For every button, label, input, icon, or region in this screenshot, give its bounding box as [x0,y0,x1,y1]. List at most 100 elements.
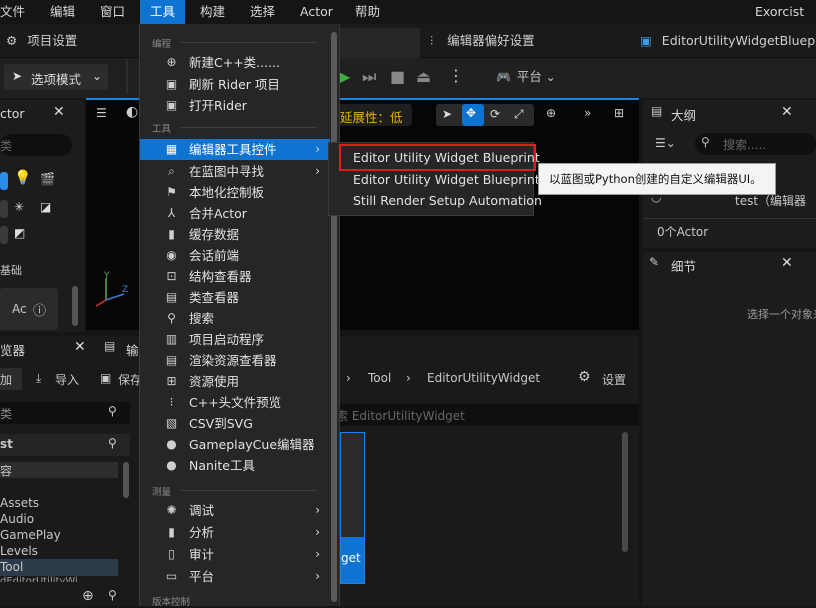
menu-scrollbar[interactable] [330,32,338,602]
menu-item-cached-data[interactable]: ▮ 缓存数据 [140,224,330,245]
search-icon[interactable]: ⚲ [108,588,117,602]
menu-edit[interactable]: 编辑 [50,0,75,24]
move-tool-icon[interactable]: ✥ [462,104,484,126]
select-mode-dropdown[interactable]: ➤ 选项模式 ⌄ [4,64,108,90]
close-icon[interactable]: ✕ [781,255,793,271]
platform-icon: ▭ [165,569,178,583]
gear-icon[interactable]: ⚙ [578,369,591,385]
menu-tools[interactable]: 工具 [140,0,186,24]
menu-item-audit[interactable]: ▯ 审计 › [140,544,330,565]
refresh-icon: ▣ [165,77,178,91]
select-tool-icon[interactable]: ➤ [442,107,452,121]
outliner-icon: ▤ [651,104,663,118]
step-icon[interactable]: ⏭ [362,67,376,87]
scrollbar[interactable] [72,286,78,326]
asset-tile[interactable]: get [340,432,365,584]
analyze-icon: ▮ [168,525,175,539]
menu-item-struct-viewer[interactable]: ⊡ 结构查看器 [140,266,330,287]
menu-help[interactable]: 帮助 [355,0,380,24]
tree-item[interactable]: Assets [0,496,39,510]
menu-item-gameplaycue-editor[interactable]: ● GameplayCue编辑器 [140,434,330,455]
save-icon[interactable]: ▣ [100,371,111,385]
tab-blank[interactable] [340,28,420,58]
more-vertical-icon[interactable]: ⋮ [448,66,464,85]
submenu-item-euw-blueprint[interactable]: Editor Utility Widget Blueprint [329,169,540,190]
scrollbar[interactable] [622,432,628,552]
more-icon[interactable]: » [584,106,591,120]
menu-scrollbar-thumb[interactable] [331,32,337,602]
tree-item-content[interactable]: 容 [0,462,118,478]
viewport-menu-icon[interactable]: ☰ [96,106,107,120]
scrollbar[interactable] [123,462,129,498]
menu-item-csv-to-svg[interactable]: ▧ CSV到SVG [140,413,330,434]
help-icon[interactable]: ⓘ [33,300,46,319]
menu-item-localization-dashboard[interactable]: ⚑ 本地化控制板 [140,182,330,203]
platform-icon: 🎮 [496,70,511,84]
menu-item-profile[interactable]: ▮ 分析 › [140,522,330,543]
menu-item-asset-usage[interactable]: ⊞ 资源使用 [140,371,330,392]
shape-icon[interactable]: ◩ [14,226,25,240]
find-icon: ⌕ [168,164,175,178]
close-icon[interactable]: ✕ [74,339,86,355]
filter-icon[interactable]: ☰⌄ [655,136,676,150]
menu-item-refresh-rider[interactable]: ▣ 刷新 Rider 项目 [140,74,330,95]
menu-item-cpp-header-preview[interactable]: ⁝ C++头文件预览 [140,392,330,413]
menu-item-class-viewer[interactable]: ▤ 类查看器 [140,287,330,308]
menu-item-render-resource-viewer[interactable]: ▤ 渲染资源查看器 [140,350,330,371]
menu-item-search[interactable]: ⚲ 搜索 [140,308,330,329]
menu-actor[interactable]: Actor [300,0,333,24]
cinematic-icon[interactable]: 🎬 [40,172,55,186]
tree-root[interactable]: st ⚲ [0,434,130,456]
menu-item-find-in-blueprints[interactable]: ⌕ 在蓝图中寻找 › [140,161,330,182]
menu-build[interactable]: 构建 [200,0,225,24]
menu-item-platforms[interactable]: ▭ 平台 › [140,566,330,587]
menu-window[interactable]: 窗口 [100,0,125,24]
menu-item-editor-utility-widgets[interactable]: ▦ 编辑器工具控件 › [140,139,330,160]
eject-icon[interactable]: ⏏ [416,67,431,86]
tree-filter-input[interactable]: 类 ⚲ [0,402,130,424]
close-icon[interactable]: ✕ [781,104,793,120]
asset-search-input[interactable]: 索 EditorUtilityWidget [330,404,639,426]
scalability-warning[interactable]: 延展性：低 [336,104,412,126]
menu-item-new-cpp-class[interactable]: ⊕ 新建C++类...... [140,52,330,73]
tab-editor-prefs[interactable]: ⫶ 编辑器偏好设置 [430,24,535,58]
menu-file[interactable]: 文件 [0,0,25,24]
menu-item-project-launcher[interactable]: ▥ 项目启动程序 [140,329,330,350]
add-button[interactable]: 加 [0,368,22,390]
effects-icon[interactable]: ✳ [14,200,24,214]
layout-icon[interactable]: ⊞ [614,106,624,120]
actor-search-input[interactable]: 类 [0,134,72,156]
transform-tools: ➤ ✥ ⟳ ⤢ [436,104,534,126]
add-icon[interactable]: ⊕ [82,588,94,604]
stop-icon[interactable]: ■ [390,67,405,86]
tree-item-selected[interactable]: Tool [0,559,118,576]
menu-select[interactable]: 选择 [250,0,275,24]
tree-item[interactable]: Audio [0,512,34,526]
menu-item-session-frontend[interactable]: ◉ 会话前端 [140,245,330,266]
rotate-tool-icon[interactable]: ⟳ [490,107,500,121]
tab-project-settings[interactable]: ⚙ 项目设置 [6,24,77,58]
tab-widget-blueprint[interactable]: ▣ EditorUtilityWidgetBluep... [640,24,816,58]
category-icon-visual[interactable] [0,200,8,218]
geometry-icon[interactable]: ◪ [40,200,51,214]
close-icon[interactable]: ✕ [53,104,65,120]
platform-dropdown[interactable]: 🎮 平台 ⌄ [496,66,566,90]
menu-item-nanite-tools[interactable]: ● Nanite工具 [140,455,330,476]
menu-item-debug[interactable]: ✺ 调试 › [140,500,330,521]
actor-item[interactable]: Ac ⓘ [0,288,58,330]
category-icon-basic[interactable] [0,172,8,190]
perspective-icon[interactable]: ◐ [126,104,138,120]
light-icon[interactable]: 💡 [14,170,31,186]
category-icon-volume[interactable] [0,226,8,244]
submenu-item-still-render-setup[interactable]: Still Render Setup Automation [329,190,542,211]
globe-icon[interactable]: ⊕ [546,106,556,120]
menu-item-merge-actors[interactable]: ⅄ 合并Actor [140,203,330,224]
outliner-search-input[interactable]: ⚲ 搜索..... [695,133,816,155]
tree-item[interactable]: GamePlay [0,528,61,542]
tree-item[interactable]: dEditorUtilityWi [0,576,118,582]
import-icon[interactable]: ⤓ [36,371,41,386]
search-icon[interactable]: ⚲ [108,436,117,450]
scale-tool-icon[interactable]: ⤢ [514,107,524,122]
tree-item[interactable]: Levels [0,544,38,558]
menu-item-open-rider[interactable]: ▣ 打开Rider [140,95,330,116]
